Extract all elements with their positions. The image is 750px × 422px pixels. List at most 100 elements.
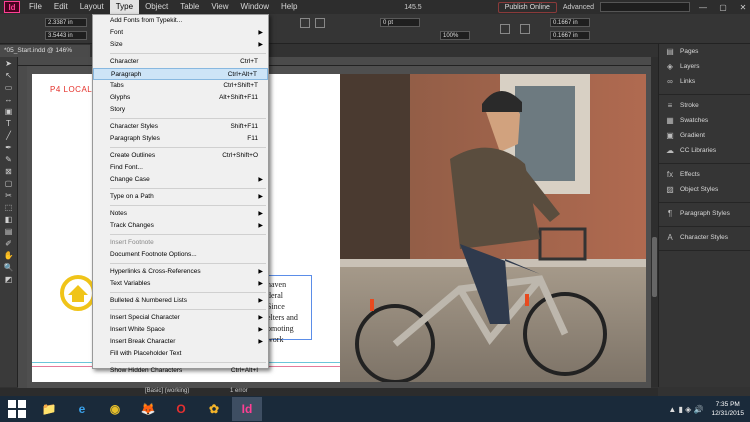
- menu-help[interactable]: Help: [275, 0, 303, 14]
- rectangle-tool-icon[interactable]: ▢: [2, 179, 16, 189]
- type-tool-icon[interactable]: T: [2, 119, 16, 129]
- panel-paragraph-styles[interactable]: ¶ Paragraph Styles: [659, 206, 750, 221]
- panel-cc-libraries[interactable]: ☁ CC Libraries: [659, 143, 750, 158]
- menu-item-character-styles[interactable]: Character Styles Shift+F11: [93, 121, 268, 133]
- menu-item-paragraph[interactable]: Paragraph Ctrl+Alt+T: [93, 68, 268, 80]
- search-input[interactable]: [600, 2, 690, 12]
- menu-view[interactable]: View: [205, 0, 234, 14]
- scrollbar-thumb[interactable]: [652, 237, 657, 297]
- menu-item-add-fonts-from-typekit[interactable]: Add Fonts from Typekit...: [93, 15, 268, 27]
- menu-item-glyphs[interactable]: Glyphs Alt+Shift+F11: [93, 92, 268, 104]
- content-collector-icon[interactable]: ▣: [2, 107, 16, 117]
- menu-item-story[interactable]: Story: [93, 104, 268, 116]
- menu-item-change-case[interactable]: Change Case ▶: [93, 174, 268, 186]
- menu-item-insert-special-character[interactable]: Insert Special Character ▶: [93, 312, 268, 324]
- x-position-field[interactable]: 2.3387 in: [45, 18, 87, 27]
- pen-tool-icon[interactable]: ✒: [2, 143, 16, 153]
- line-tool-icon[interactable]: ╱: [2, 131, 16, 141]
- menu-type[interactable]: Type: [109, 0, 140, 14]
- menu-item-show-hidden-characters[interactable]: Show Hidden Characters Ctrl+Alt+I: [93, 365, 268, 377]
- pinwheel-app-icon[interactable]: ✿: [199, 397, 229, 421]
- menu-item-character[interactable]: Character Ctrl+T: [93, 56, 268, 68]
- menu-item-bulleted-numbered-lists[interactable]: Bulleted & Numbered Lists ▶: [93, 295, 268, 307]
- menu-object[interactable]: Object: [139, 0, 174, 14]
- menu-table[interactable]: Table: [174, 0, 205, 14]
- menu-item-tabs[interactable]: Tabs Ctrl+Shift+T: [93, 80, 268, 92]
- zoom-tool-icon[interactable]: 🔍: [2, 263, 16, 273]
- stroke-weight-field[interactable]: 0 pt: [380, 18, 420, 27]
- panel-links[interactable]: ∞ Links: [659, 74, 750, 89]
- scale-field[interactable]: 100%: [440, 31, 470, 40]
- panel-object-styles[interactable]: ▨ Object Styles: [659, 182, 750, 197]
- menu-item-insert-break-character[interactable]: Insert Break Character ▶: [93, 336, 268, 348]
- maximize-button[interactable]: ▢: [716, 3, 730, 12]
- vertical-ruler[interactable]: [18, 66, 27, 388]
- close-button[interactable]: ✕: [736, 3, 750, 12]
- menu-item-size[interactable]: Size ▶: [93, 39, 268, 51]
- height-field[interactable]: 0.1667 in: [550, 31, 590, 40]
- menu-edit[interactable]: Edit: [48, 0, 74, 14]
- opera-icon[interactable]: O: [166, 397, 196, 421]
- panel-stroke[interactable]: ≡ Stroke: [659, 98, 750, 113]
- publish-online-button[interactable]: Publish Online: [497, 1, 557, 13]
- chrome-icon[interactable]: ◉: [100, 397, 130, 421]
- panel-character-styles[interactable]: A Character Styles: [659, 230, 750, 245]
- panel-layers[interactable]: ◈ Layers: [659, 59, 750, 74]
- panel-effects[interactable]: fx Effects: [659, 167, 750, 182]
- zoom-level[interactable]: 145.5: [404, 4, 422, 11]
- tray-icons[interactable]: ▲ ▮ ◈ 🔊: [668, 405, 703, 414]
- panel-swatches[interactable]: ▦ Swatches: [659, 113, 750, 128]
- menu-item-type-on-a-path[interactable]: Type on a Path ▶: [93, 191, 268, 203]
- file-explorer-icon[interactable]: 📁: [34, 397, 64, 421]
- note-tool-icon[interactable]: ▤: [2, 227, 16, 237]
- gap-tool-icon[interactable]: ↔: [2, 95, 16, 105]
- error-indicator[interactable]: 1 error: [230, 388, 248, 394]
- menu-item-track-changes[interactable]: Track Changes ▶: [93, 220, 268, 232]
- menu-item-text-variables[interactable]: Text Variables ▶: [93, 278, 268, 290]
- workspace-switcher[interactable]: Advanced: [563, 4, 594, 11]
- menu-window[interactable]: Window: [235, 0, 275, 14]
- scissors-tool-icon[interactable]: ✂: [2, 191, 16, 201]
- selection-tool-icon[interactable]: ➤: [2, 59, 16, 69]
- cyclist-photo[interactable]: [340, 74, 646, 382]
- width-field[interactable]: 0.1667 in: [550, 18, 590, 27]
- menu-item-fill-with-placeholder-text[interactable]: Fill with Placeholder Text: [93, 348, 268, 360]
- document-tab[interactable]: *05_Start.indd @ 146%: [0, 45, 90, 57]
- panel-gradient[interactable]: ▣ Gradient: [659, 128, 750, 143]
- pencil-tool-icon[interactable]: ✎: [2, 155, 16, 165]
- menu-item-document-footnote-options[interactable]: Document Footnote Options...: [93, 249, 268, 261]
- text-frame[interactable]: haven deral Since elters and omoting wor…: [262, 275, 312, 344]
- menu-item-find-font[interactable]: Find Font...: [93, 162, 268, 174]
- stroke-icon[interactable]: [315, 18, 325, 28]
- internet-explorer-icon[interactable]: e: [67, 397, 97, 421]
- panel-pages[interactable]: ▤ Pages: [659, 44, 750, 59]
- menu-item-create-outlines[interactable]: Create Outlines Ctrl+Shift+O: [93, 150, 268, 162]
- menu-item-notes[interactable]: Notes ▶: [93, 208, 268, 220]
- menu-item-hyperlinks-cross-references[interactable]: Hyperlinks & Cross-References ▶: [93, 266, 268, 278]
- minimize-button[interactable]: —: [696, 3, 710, 12]
- fill-icon[interactable]: [300, 18, 310, 28]
- page-tool-icon[interactable]: ▭: [2, 83, 16, 93]
- eyedropper-tool-icon[interactable]: ✐: [2, 239, 16, 249]
- firefox-icon[interactable]: 🦊: [133, 397, 163, 421]
- indesign-taskbar-icon[interactable]: Id: [232, 397, 262, 421]
- y-position-field[interactable]: 3.5443 in: [45, 31, 87, 40]
- align-icon[interactable]: [500, 24, 510, 34]
- style-status[interactable]: [Basic] (working): [145, 388, 189, 394]
- vertical-scrollbar[interactable]: [651, 57, 658, 387]
- menu-item-font[interactable]: Font ▶: [93, 27, 268, 39]
- menu-layout[interactable]: Layout: [74, 0, 110, 14]
- menu-item-label: Document Footnote Options...: [110, 251, 197, 258]
- menu-item-paragraph-styles[interactable]: Paragraph Styles F11: [93, 133, 268, 145]
- hand-tool-icon[interactable]: ✋: [2, 251, 16, 261]
- free-transform-tool-icon[interactable]: ⬚: [2, 203, 16, 213]
- start-button[interactable]: [6, 398, 28, 420]
- menu-item-insert-white-space[interactable]: Insert White Space ▶: [93, 324, 268, 336]
- fill-stroke-icon[interactable]: ◩: [2, 275, 16, 285]
- gradient-tool-icon[interactable]: ◧: [2, 215, 16, 225]
- direct-selection-tool-icon[interactable]: ↖: [2, 71, 16, 81]
- rectangle-frame-tool-icon[interactable]: ⊠: [2, 167, 16, 177]
- system-clock[interactable]: 7:35 PM 12/31/2015: [711, 400, 744, 418]
- frame-fitting-icon[interactable]: [520, 24, 530, 34]
- menu-file[interactable]: File: [23, 0, 48, 14]
